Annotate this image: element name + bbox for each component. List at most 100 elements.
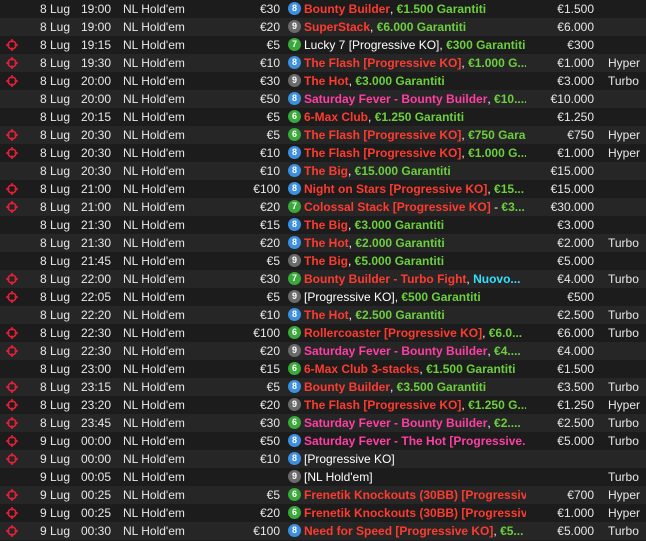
tournament-name-part: , <box>390 380 397 394</box>
table-row[interactable]: 9 Lug 00:25 NL Hold'em €20 6 Frenetik Knockou… <box>0 504 646 522</box>
table-size-badge: 9 <box>288 290 301 303</box>
tournament-time: 00:25 <box>81 506 112 520</box>
tournament-name-part: €1.000 G... <box>468 146 526 160</box>
tournament-time: 22:30 <box>81 344 112 358</box>
table-row[interactable]: 8 Lug 21:00 NL Hold'em €100 8 Night on Stars … <box>0 180 646 198</box>
speed-type: Hyper <box>608 488 641 502</box>
tournament-name: 6-Max Club, €1.250 Garantiti <box>304 108 526 126</box>
table-row[interactable]: 8 Lug 19:00 NL Hold'em €30 8 Bounty Builder, … <box>0 0 646 18</box>
buy-in: €5 <box>266 380 280 394</box>
table-row[interactable]: 8 Lug 22:30 NL Hold'em €100 6 Rollercoaster [… <box>0 324 646 342</box>
prize-pool: €6.000 <box>557 20 594 34</box>
tournament-date: 8 Lug <box>39 56 70 70</box>
tournament-date: 9 Lug <box>39 470 70 484</box>
crosshair-icon <box>6 486 22 504</box>
table-row[interactable]: 8 Lug 20:30 NL Hold'em €5 6 The Flash [Progre… <box>0 126 646 144</box>
table-size-badge: 6 <box>288 488 301 501</box>
table-row[interactable]: 8 Lug 21:30 NL Hold'em €15 8 The Big, €3.000 … <box>0 216 646 234</box>
crosshair-icon <box>6 324 22 342</box>
table-row[interactable]: 9 Lug 00:30 NL Hold'em €100 8 Need for Speed … <box>0 522 646 540</box>
table-row[interactable]: 8 Lug 20:00 NL Hold'em €50 8 Saturday Fever -… <box>0 90 646 108</box>
table-row[interactable]: 8 Lug 20:15 NL Hold'em €5 6 6-Max Club, €1.25… <box>0 108 646 126</box>
game-type: NL Hold'em <box>123 398 185 412</box>
table-size-badge: 9 <box>288 254 301 267</box>
table-row[interactable]: 8 Lug 22:05 NL Hold'em €5 9 [Progressive KO],… <box>0 288 646 306</box>
tournament-name: Saturday Fever - The Hot [Progressive... <box>304 432 526 450</box>
tournament-name: Need for Speed [Progressive KO], €5... <box>304 522 526 540</box>
tournament-name-part: SuperStack <box>304 20 371 34</box>
tournament-name-part: [Progressive KO] <box>304 452 395 466</box>
tournament-name: Saturday Fever - Bounty Builder, €2.... <box>304 414 526 432</box>
game-type: NL Hold'em <box>123 164 185 178</box>
tournament-name-part: €1.500 Garantiti <box>426 362 516 376</box>
table-row[interactable]: 8 Lug 23:00 NL Hold'em €15 6 6-Max Club 3-sta… <box>0 360 646 378</box>
game-type: NL Hold'em <box>123 290 185 304</box>
table-row[interactable]: 8 Lug 22:00 NL Hold'em €30 7 Bounty Builder -… <box>0 270 646 288</box>
game-type: NL Hold'em <box>123 218 185 232</box>
tournament-name: The Big, €15.000 Garantiti <box>304 162 526 180</box>
table-row[interactable]: 8 Lug 19:30 NL Hold'em €10 8 The Flash [Progr… <box>0 54 646 72</box>
table-size-badge: 8 <box>288 524 301 537</box>
table-row[interactable]: 9 Lug 00:00 NL Hold'em €50 8 Saturday Fever -… <box>0 432 646 450</box>
prize-pool: €4.000 <box>557 272 594 286</box>
buy-in: €30 <box>259 272 280 286</box>
tournament-date: 8 Lug <box>39 416 70 430</box>
tournament-name-part: , <box>348 164 355 178</box>
table-size-badge: 8 <box>288 56 301 69</box>
table-row[interactable]: 8 Lug 22:30 NL Hold'em €20 9 Saturday Fever -… <box>0 342 646 360</box>
crosshair-icon <box>6 522 22 540</box>
tournament-time: 19:00 <box>81 2 112 16</box>
game-type: NL Hold'em <box>123 236 185 250</box>
tournament-name-part: The Hot <box>304 308 349 322</box>
table-row[interactable]: 8 Lug 21:30 NL Hold'em €20 8 The Hot, €2.000 … <box>0 234 646 252</box>
tournament-name-part: The Hot <box>304 236 349 250</box>
buy-in: €100 <box>253 182 280 196</box>
table-row[interactable]: 8 Lug 23:45 NL Hold'em €30 6 Saturday Fever -… <box>0 414 646 432</box>
tournament-name: The Flash [Progressive KO], €1.000 G... <box>304 144 526 162</box>
table-row[interactable]: 8 Lug 20:30 NL Hold'em €10 8 The Big, €15.000… <box>0 162 646 180</box>
tournament-name: 6-Max Club 3-stacks, €1.500 Garantiti <box>304 360 526 378</box>
table-row[interactable]: 9 Lug 00:25 NL Hold'em €5 6 Frenetik Knockout… <box>0 486 646 504</box>
no-icon <box>6 108 22 126</box>
table-size-badge: 8 <box>288 164 301 177</box>
tournament-date: 8 Lug <box>39 380 70 394</box>
tournament-date: 8 Lug <box>39 218 70 232</box>
table-row[interactable]: 8 Lug 22:20 NL Hold'em €10 8 The Hot, €2.500 … <box>0 306 646 324</box>
tournament-time: 23:45 <box>81 416 112 430</box>
table-row[interactable]: 8 Lug 20:30 NL Hold'em €10 8 The Flash [Progr… <box>0 144 646 162</box>
tournament-date: 8 Lug <box>39 20 70 34</box>
game-type: NL Hold'em <box>123 524 185 538</box>
table-row[interactable]: 8 Lug 23:20 NL Hold'em €20 9 The Flash [Progr… <box>0 396 646 414</box>
prize-pool: €2.500 <box>557 416 594 430</box>
buy-in: €100 <box>253 524 280 538</box>
prize-pool: €5.000 <box>557 254 594 268</box>
tournament-time: 19:30 <box>81 56 112 70</box>
tournament-name-part: The Big <box>304 218 348 232</box>
table-row[interactable]: 8 Lug 19:15 NL Hold'em €5 7 Lucky 7 [Progress… <box>0 36 646 54</box>
buy-in: €10 <box>259 146 280 160</box>
tournament-name-part: €15.000 Garantiti <box>354 164 451 178</box>
table-row[interactable]: 8 Lug 21:45 NL Hold'em €5 9 The Big, €5.000 G… <box>0 252 646 270</box>
crosshair-icon <box>6 36 22 54</box>
table-row[interactable]: 8 Lug 19:00 NL Hold'em €20 9 SuperStack, €6.0… <box>0 18 646 36</box>
tournament-time: 00:30 <box>81 524 112 538</box>
table-row[interactable]: 8 Lug 20:00 NL Hold'em €30 9 The Hot, €3.000 … <box>0 72 646 90</box>
table-size-badge: 8 <box>288 452 301 465</box>
tournament-name-part: 6-Max Club 3-stacks <box>304 362 420 376</box>
table-row[interactable]: 8 Lug 23:15 NL Hold'em €5 8 Bounty Builder, €… <box>0 378 646 396</box>
tournament-name: Saturday Fever - Bounty Builder, €4.... <box>304 342 526 360</box>
tournament-date: 8 Lug <box>39 200 70 214</box>
table-row[interactable]: 8 Lug 21:00 NL Hold'em €20 7 Colossal Stack [… <box>0 198 646 216</box>
tournament-name-part: €300 Garantiti <box>446 38 526 52</box>
prize-pool: €1.500 <box>557 2 594 16</box>
speed-type: Turbo <box>608 380 639 394</box>
prize-pool: €4.000 <box>557 344 594 358</box>
tournament-time: 22:05 <box>81 290 112 304</box>
tournament-name-part: Lucky 7 [Progressive KO] <box>304 38 440 52</box>
table-row[interactable]: 9 Lug 00:05 NL Hold'em 9 [NL Hold'em] Turbo <box>0 468 646 486</box>
table-row[interactable]: 9 Lug 00:00 NL Hold'em €10 8 [Progressive KO] <box>0 450 646 468</box>
tournament-date: 9 Lug <box>39 434 70 448</box>
game-type: NL Hold'em <box>123 416 185 430</box>
table-size-badge: 7 <box>288 272 301 285</box>
game-type: NL Hold'em <box>123 56 185 70</box>
